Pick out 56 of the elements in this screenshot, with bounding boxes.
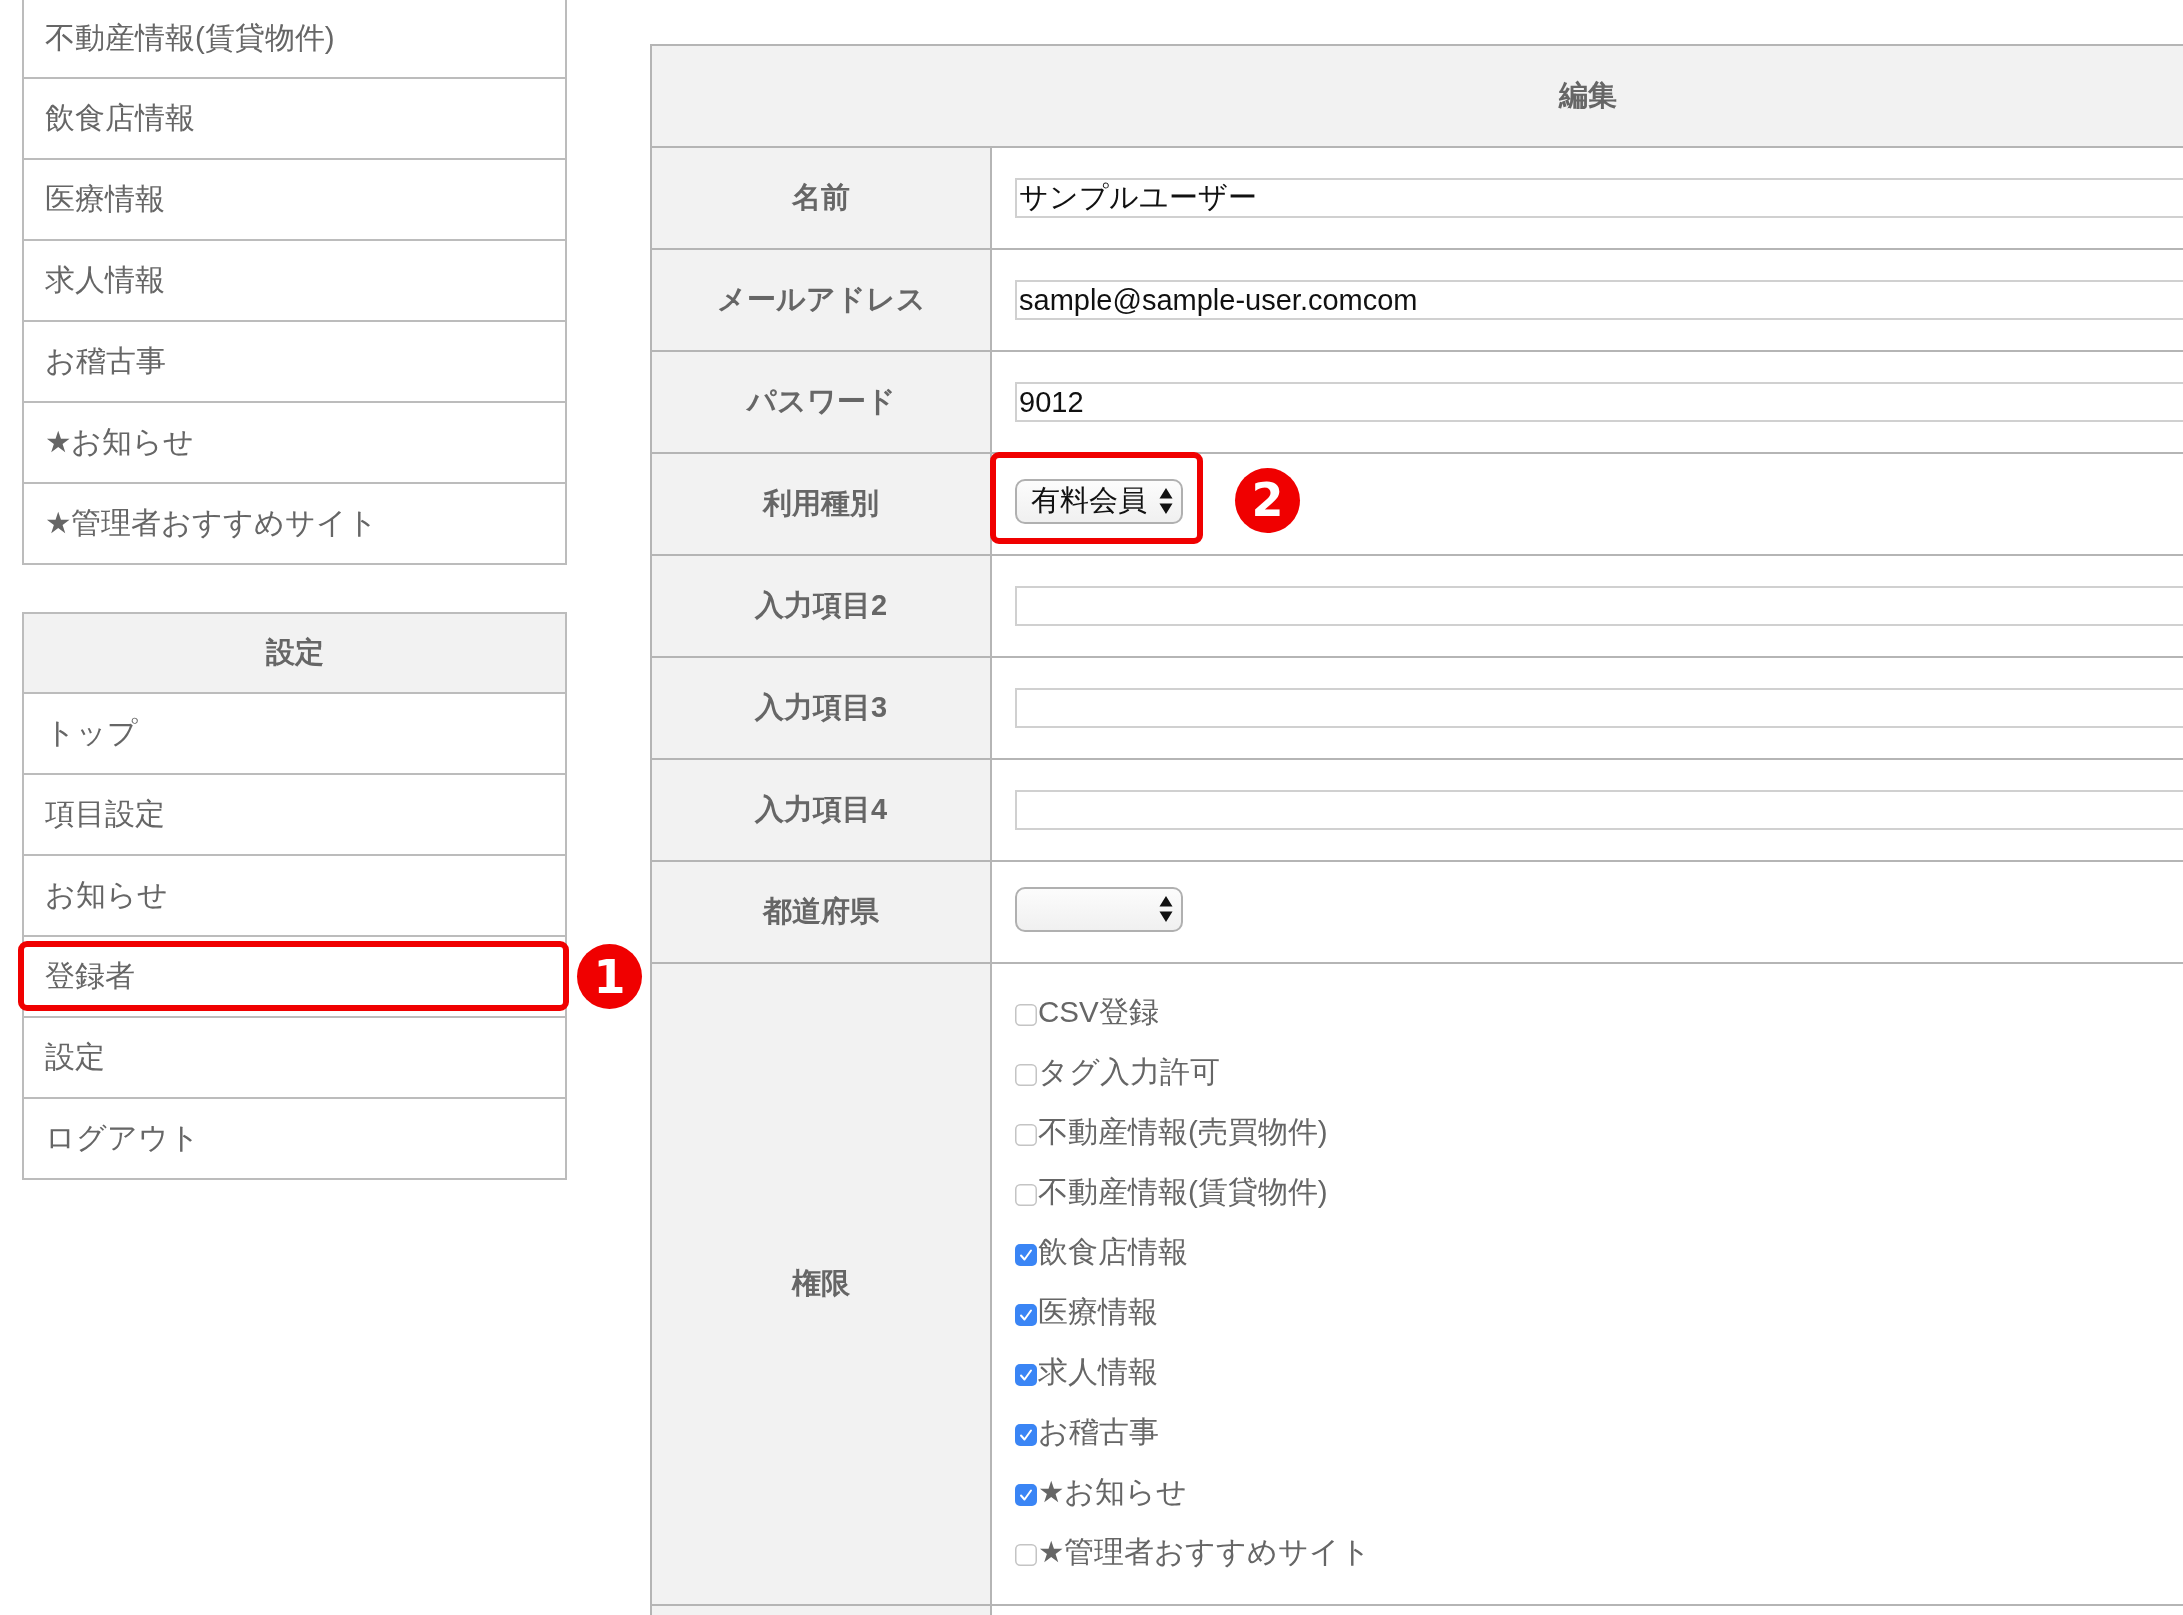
text-field[interactable]: サンプルユーザー (1015, 178, 2183, 218)
field-label: 入力項目3 (754, 690, 888, 725)
field-label: 都道府県 (763, 894, 879, 929)
checkbox-label[interactable]: 医療情報 (1038, 1293, 1158, 1333)
sidebar-item[interactable]: 医療情報 (24, 158, 565, 239)
checkbox-label[interactable]: 不動産情報(売買物件) (1038, 1113, 1328, 1153)
sidebar-item[interactable]: ★お知らせ (24, 401, 565, 482)
text-field[interactable] (1015, 688, 2183, 728)
sidebar-item[interactable]: トップ (24, 692, 565, 773)
callout-number: 1 (577, 944, 642, 1009)
sidebar-item[interactable]: 求人情報 (24, 239, 565, 320)
checkbox-label[interactable]: タグ入力許可 (1038, 1053, 1220, 1093)
field-label: 利用種別 (763, 486, 879, 521)
checkbox[interactable] (1015, 1244, 1037, 1266)
form-title: 編集 (652, 46, 2183, 146)
sidebar-item[interactable]: 飲食店情報 (24, 77, 565, 158)
sidebar-item[interactable]: 項目設定 (24, 773, 565, 854)
checkbox[interactable] (1015, 1004, 1037, 1026)
field-label: 入力項目4 (754, 792, 888, 827)
sidebar-item[interactable]: ★管理者おすすめサイト (24, 482, 565, 563)
field-label: 入力項目2 (754, 588, 888, 623)
callout-number: 2 (1235, 467, 1300, 533)
checkbox-label[interactable]: 求人情報 (1038, 1353, 1158, 1393)
checkbox-label[interactable]: CSV登録 (1038, 993, 1159, 1033)
checkbox-label[interactable]: お稽古事 (1038, 1413, 1159, 1453)
checkbox[interactable] (1015, 1064, 1037, 1086)
sidebar-item[interactable]: 登録者 (24, 935, 565, 1016)
updown-caret-icon (1159, 895, 1173, 923)
updown-caret-icon (1159, 487, 1173, 515)
dropdown[interactable] (1015, 886, 1183, 932)
sidebar-item[interactable]: 設定 (24, 1016, 565, 1097)
checkbox[interactable] (1015, 1424, 1037, 1446)
checkbox[interactable] (1015, 1364, 1037, 1386)
checkbox[interactable] (1015, 1184, 1037, 1206)
text-field[interactable]: 9012 (1015, 382, 2183, 422)
checkbox-label[interactable]: ★お知らせ (1038, 1473, 1188, 1513)
checkbox[interactable] (1015, 1124, 1037, 1146)
checkbox-label[interactable]: 飲食店情報 (1038, 1233, 1188, 1273)
text-field[interactable]: sample@sample-user.comcom (1015, 280, 2183, 320)
dropdown[interactable]: 有料会員 (1015, 478, 1183, 524)
sidebar-item[interactable]: 不動産情報(賃貸物件) (24, 0, 565, 77)
checkbox-label[interactable]: 不動産情報(賃貸物件) (1038, 1173, 1328, 1213)
field-label: 名前 (792, 180, 850, 215)
sidebar-heading: 設定 (24, 614, 565, 692)
text-field[interactable] (1015, 586, 2183, 626)
field-label: パスワード (746, 384, 896, 419)
text-field[interactable] (1015, 790, 2183, 830)
sidebar-item[interactable]: ログアウト (24, 1097, 565, 1178)
field-label: メールアドレス (716, 282, 926, 317)
checkbox-label[interactable]: ★管理者おすすめサイト (1038, 1533, 1372, 1573)
checkbox[interactable] (1015, 1304, 1037, 1326)
sidebar-item[interactable]: お知らせ (24, 854, 565, 935)
sidebar-item[interactable]: お稽古事 (24, 320, 565, 401)
checkbox[interactable] (1015, 1544, 1037, 1566)
checkbox[interactable] (1015, 1484, 1037, 1506)
field-label: 権限 (792, 1266, 850, 1301)
